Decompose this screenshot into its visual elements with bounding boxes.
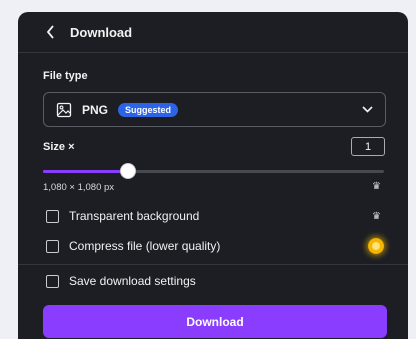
- chevron-down-icon: [362, 106, 373, 113]
- file-type-select[interactable]: PNG Suggested: [43, 92, 386, 127]
- crown-icon: ♛: [372, 181, 381, 192]
- divider: [18, 264, 408, 265]
- file-type-value: PNG: [82, 102, 109, 117]
- size-slider-fill: [43, 170, 129, 173]
- compress-file-option[interactable]: Compress file (lower quality): [46, 239, 220, 253]
- image-icon: [56, 102, 72, 117]
- compress-file-checkbox[interactable]: [46, 239, 59, 253]
- suggested-badge: Suggested: [118, 102, 179, 117]
- compress-file-label: Compress file (lower quality): [69, 239, 221, 253]
- transparent-background-checkbox[interactable]: [46, 209, 59, 223]
- size-slider-thumb[interactable]: [121, 164, 136, 178]
- transparent-background-option[interactable]: Transparent background: [46, 209, 199, 223]
- save-settings-checkbox[interactable]: [46, 274, 59, 288]
- size-dimensions: 1,080 × 1,080 px: [43, 182, 115, 193]
- download-button[interactable]: Download: [43, 305, 387, 338]
- transparent-background-label: Transparent background: [69, 209, 200, 223]
- back-button[interactable]: [42, 24, 58, 40]
- download-panel: Download File type PNG Suggested Size × …: [18, 12, 408, 339]
- save-download-settings-option[interactable]: Save download settings: [46, 274, 196, 288]
- panel-header: Download: [18, 12, 408, 53]
- save-settings-label: Save download settings: [69, 274, 196, 288]
- crown-icon: ♛: [372, 211, 381, 222]
- size-multiplier-input[interactable]: 1: [351, 137, 385, 156]
- chevron-left-icon: [46, 25, 54, 39]
- panel-title: Download: [70, 24, 133, 40]
- size-slider-track[interactable]: [43, 170, 384, 173]
- file-type-label: File type: [43, 70, 88, 82]
- pro-coin-icon: [368, 238, 384, 254]
- size-label: Size ×: [43, 141, 75, 153]
